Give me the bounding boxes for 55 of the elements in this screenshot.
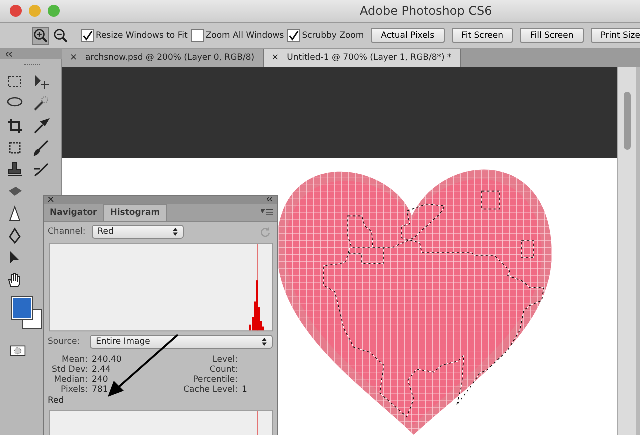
- source-label: Source:: [48, 337, 80, 348]
- stat-label: Count:: [208, 365, 238, 376]
- stat-value: 1: [242, 385, 248, 396]
- checkbox[interactable]: [81, 29, 94, 42]
- close-icon[interactable]: [48, 197, 54, 202]
- stamp-tool-icon[interactable]: [6, 161, 24, 179]
- channel-caption: Red: [47, 396, 66, 406]
- crop-tool-icon[interactable]: [6, 117, 24, 135]
- option-button[interactable]: Fill Screen: [520, 28, 584, 43]
- stat-label: Cache Level:: [182, 385, 238, 396]
- channel-label: Channel:: [48, 227, 86, 238]
- zoom-out-button[interactable]: [52, 26, 69, 44]
- stat-label: Mean:: [60, 355, 88, 366]
- option-button[interactable]: Actual Pixels: [371, 28, 445, 43]
- checkbox-label: Zoom All Windows: [206, 30, 284, 40]
- wand-tool-icon[interactable]: [32, 95, 50, 113]
- history-brush-tool-icon[interactable]: [32, 161, 50, 179]
- collapse-icon[interactable]: [6, 52, 13, 56]
- vertical-scrollbar[interactable]: [617, 67, 636, 435]
- panel-tab[interactable]: Navigator: [44, 204, 104, 221]
- close-tab-button[interactable]: ×: [272, 53, 280, 63]
- option-button[interactable]: Fit Screen: [452, 28, 514, 43]
- stat-label: Median:: [53, 375, 88, 386]
- stat-value: 781: [92, 385, 110, 396]
- window-title: Adobe Photoshop CS6: [360, 4, 492, 18]
- stat-label: Std Dev:: [50, 365, 88, 376]
- checkbox-label: Scrubby Zoom: [302, 30, 364, 40]
- move-tool-icon[interactable]: [32, 73, 50, 91]
- panel-tab[interactable]: Histogram: [103, 204, 168, 221]
- grip-icon[interactable]: [24, 64, 40, 68]
- up-down-arrows-icon: [172, 228, 178, 236]
- checkbox[interactable]: [190, 29, 204, 42]
- checkbox[interactable]: [287, 29, 300, 42]
- stat-label: Percentile:: [192, 375, 238, 386]
- brush-tool-icon[interactable]: [32, 139, 50, 157]
- option-button[interactable]: Print Size: [590, 28, 640, 43]
- document-tab-label: Untitled-1 @ 700% (Layer 1, RGB/8*) *: [287, 53, 452, 63]
- close-tab-button[interactable]: ×: [70, 53, 78, 63]
- close-window-button[interactable]: [10, 5, 22, 17]
- menu-icon[interactable]: [261, 208, 273, 216]
- document-tab[interactable]: × Untitled-1 @ 700% (Layer 1, RGB/8*) *: [264, 49, 461, 67]
- up-down-arrows-icon: [262, 338, 267, 346]
- stat-value: 2.44: [92, 365, 112, 376]
- channel-dropdown[interactable]: Red: [92, 225, 184, 240]
- zoom-in-button[interactable]: [32, 26, 49, 44]
- source-dropdown[interactable]: Entire Image: [90, 335, 273, 350]
- collapse-icon[interactable]: [267, 197, 273, 202]
- checkbox-label: Resize Windows to Fit: [96, 30, 188, 40]
- quick-mask-icon[interactable]: [10, 345, 26, 357]
- stat-value: 240.40: [92, 355, 123, 366]
- stat-value: 240: [92, 375, 110, 386]
- stat-label: Level:: [212, 355, 238, 366]
- stat-label: Pixels:: [60, 385, 88, 396]
- document-tab-label: archsnow.psd @ 200% (Layer 0, RGB/8): [86, 53, 255, 63]
- document-tab[interactable]: × archsnow.psd @ 200% (Layer 0, RGB/8): [62, 49, 264, 67]
